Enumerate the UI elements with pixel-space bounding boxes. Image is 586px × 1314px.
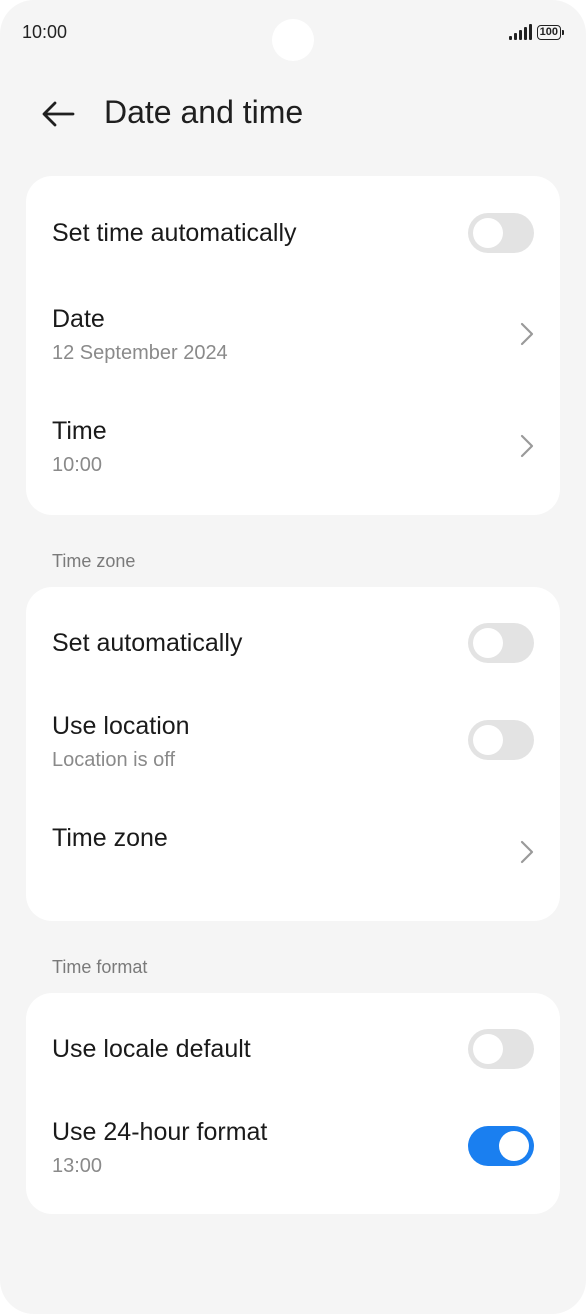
camera-cutout: [272, 19, 314, 61]
time-value: 10:00: [52, 454, 103, 476]
status-icons: 100: [508, 24, 564, 40]
set-time-automatically-toggle[interactable]: [468, 213, 534, 253]
set-time-automatically-label: Set time automatically: [52, 219, 297, 247]
phone-screen: 10:00 100 Date and time Set time automat…: [0, 0, 586, 1314]
chevron-right-icon: [520, 322, 534, 346]
time-label: Time: [52, 417, 107, 445]
time-row[interactable]: Time 10:00: [26, 404, 560, 515]
status-bar: 10:00 100: [0, 0, 586, 66]
set-automatically-row[interactable]: Set automatically: [26, 587, 560, 699]
use-24-hour-format-toggle[interactable]: [468, 1126, 534, 1166]
use-locale-default-row[interactable]: Use locale default: [26, 993, 560, 1105]
battery-icon: 100: [536, 24, 564, 40]
signal-icon: [508, 24, 532, 40]
time-zone-card: Set automatically Use location Location …: [26, 587, 560, 921]
toggle-knob: [473, 218, 503, 248]
chevron-right-icon: [520, 434, 534, 458]
battery-level: 100: [536, 24, 561, 40]
set-automatically-label: Set automatically: [52, 629, 243, 657]
date-value: 12 September 2024: [52, 342, 228, 364]
time-zone-label: Time zone: [52, 824, 168, 852]
use-24-hour-format-example: 13:00: [52, 1155, 103, 1177]
date-label: Date: [52, 305, 105, 333]
use-locale-default-toggle[interactable]: [468, 1029, 534, 1069]
use-24-hour-format-row[interactable]: Use 24-hour format 13:00: [26, 1105, 560, 1214]
time-zone-section-label: Time zone: [52, 551, 136, 571]
toggle-knob: [473, 1034, 503, 1064]
use-locale-default-label: Use locale default: [52, 1035, 251, 1063]
use-location-toggle[interactable]: [468, 720, 534, 760]
set-automatically-toggle[interactable]: [468, 623, 534, 663]
time-format-card: Use locale default Use 24-hour format 13…: [26, 993, 560, 1214]
use-location-row[interactable]: Use location Location is off: [26, 699, 560, 807]
time-format-section-label: Time format: [52, 957, 148, 977]
page-title: Date and time: [104, 94, 304, 130]
datetime-card: Set time automatically Date 12 September…: [26, 176, 560, 515]
chevron-right-icon: [520, 840, 534, 864]
header: Date and time: [0, 78, 586, 150]
use-location-label: Use location: [52, 712, 190, 740]
use-24-hour-format-label: Use 24-hour format: [52, 1118, 268, 1146]
set-time-automatically-row[interactable]: Set time automatically: [26, 176, 560, 292]
status-time: 10:00: [22, 22, 68, 42]
back-button[interactable]: [30, 92, 86, 136]
toggle-knob: [473, 725, 503, 755]
time-zone-row[interactable]: Time zone: [26, 807, 560, 921]
toggle-knob: [499, 1131, 529, 1161]
use-location-status: Location is off: [52, 749, 176, 771]
arrow-left-icon: [42, 101, 75, 127]
toggle-knob: [473, 628, 503, 658]
date-row[interactable]: Date 12 September 2024: [26, 292, 560, 404]
